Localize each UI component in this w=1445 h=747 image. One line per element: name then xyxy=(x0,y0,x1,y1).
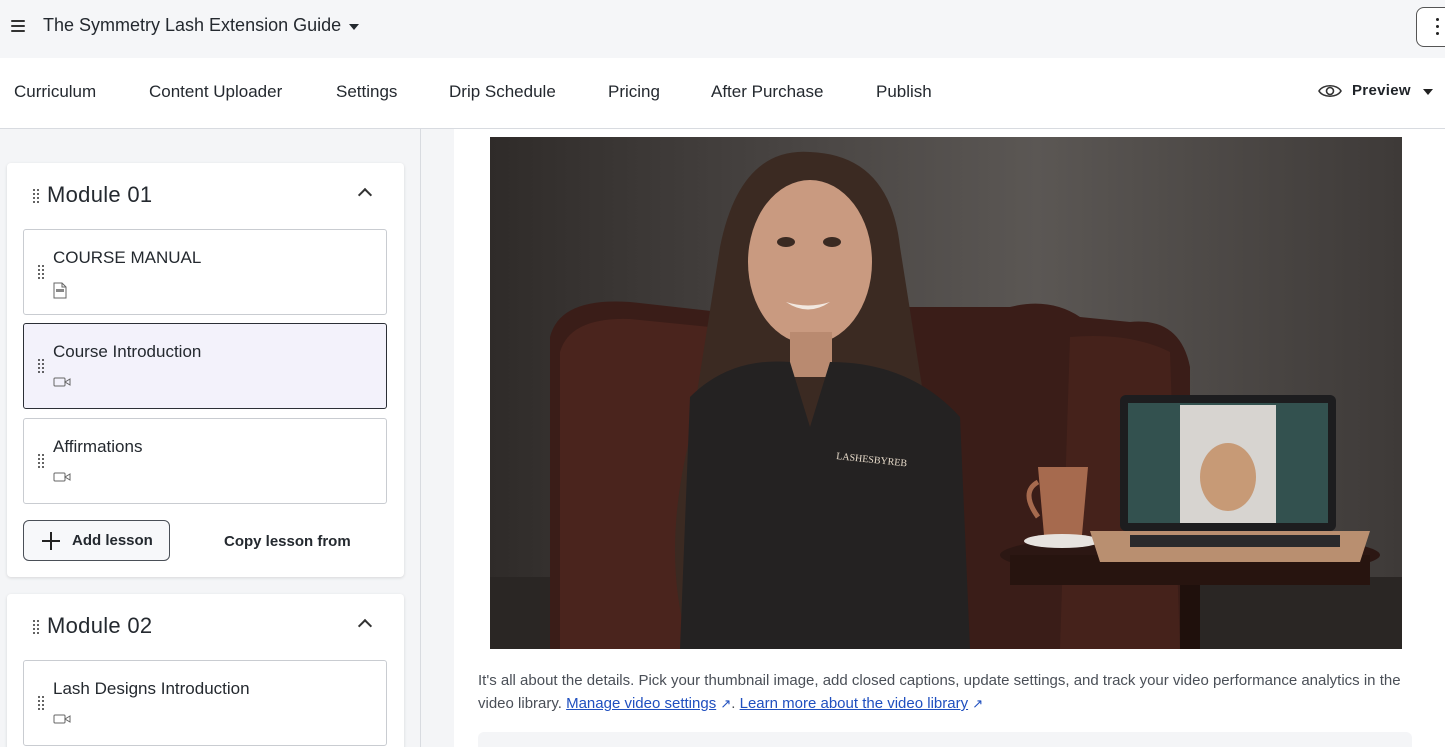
add-lesson-button[interactable]: Add lesson xyxy=(23,520,170,561)
top-bar: The Symmetry Lash Extension Guide xyxy=(0,0,1445,58)
course-title: The Symmetry Lash Extension Guide xyxy=(43,15,342,35)
drag-handle-icon[interactable] xyxy=(38,265,44,279)
add-lesson-label: Add lesson xyxy=(72,532,153,549)
module-card: Module 01 COURSE MANUAL Course Introduct… xyxy=(7,163,404,577)
module-card: Module 02 Lash Designs Introduction xyxy=(7,594,404,747)
lesson-settings-box xyxy=(478,732,1412,747)
lesson-title: Affirmations xyxy=(53,437,143,456)
plus-icon xyxy=(42,531,60,550)
curriculum-sidebar: Module 01 COURSE MANUAL Course Introduct… xyxy=(0,129,421,747)
tab-content-uploader[interactable]: Content Uploader xyxy=(149,82,282,102)
tab-pricing[interactable]: Pricing xyxy=(608,82,660,102)
drag-handle-icon[interactable] xyxy=(33,189,39,203)
lesson-item[interactable]: Lash Designs Introduction xyxy=(23,660,387,746)
lesson-title: Lash Designs Introduction xyxy=(53,679,250,698)
video-icon xyxy=(53,714,71,724)
tab-bar: Curriculum Content Uploader Settings Dri… xyxy=(0,58,1445,129)
copy-lesson-from-button[interactable]: Copy lesson from xyxy=(224,533,351,550)
hamburger-menu-icon[interactable] xyxy=(11,20,25,32)
link-separator: . xyxy=(731,695,736,712)
video-icon xyxy=(53,472,71,482)
drag-handle-icon[interactable] xyxy=(38,359,44,373)
more-options-button[interactable] xyxy=(1416,7,1445,47)
tab-drip-schedule[interactable]: Drip Schedule xyxy=(449,82,556,102)
tab-after-purchase[interactable]: After Purchase xyxy=(711,82,823,102)
pdf-icon xyxy=(53,282,67,299)
preview-label: Preview xyxy=(1352,82,1411,99)
module-title: Module 02 xyxy=(47,613,153,638)
manage-video-settings-link[interactable]: Manage video settings xyxy=(566,695,716,712)
drag-handle-icon[interactable] xyxy=(38,454,44,468)
eye-icon xyxy=(1318,84,1342,97)
preview-button[interactable]: Preview xyxy=(1318,82,1433,99)
video-icon xyxy=(53,377,71,387)
drag-handle-icon[interactable] xyxy=(38,696,44,710)
video-thumbnail-image: LASHESBYREB xyxy=(490,151,1402,649)
lesson-title: Course Introduction xyxy=(53,342,202,361)
main-content: LASHESBYREB It's all about the details. … xyxy=(422,129,1445,747)
external-link-icon: ↗ xyxy=(720,696,732,711)
lesson-title: COURSE MANUAL xyxy=(53,248,202,267)
course-title-dropdown[interactable]: The Symmetry Lash Extension Guide xyxy=(43,15,360,36)
video-player[interactable]: LASHESBYREB xyxy=(490,137,1402,649)
tab-publish[interactable]: Publish xyxy=(876,82,932,102)
lesson-item[interactable]: COURSE MANUAL xyxy=(23,229,387,315)
caret-down-icon[interactable] xyxy=(1422,88,1433,95)
chevron-up-icon[interactable] xyxy=(357,187,373,203)
external-link-icon: ↗ xyxy=(972,696,984,711)
lesson-editor-panel: LASHESBYREB It's all about the details. … xyxy=(454,129,1445,747)
lesson-item-selected[interactable]: Course Introduction xyxy=(23,323,387,409)
module-title: Module 01 xyxy=(47,182,153,207)
tab-curriculum[interactable]: Curriculum xyxy=(14,82,96,102)
caret-down-icon xyxy=(349,23,360,30)
learn-more-video-library-link[interactable]: Learn more about the video library xyxy=(740,695,968,712)
tab-settings[interactable]: Settings xyxy=(336,82,397,102)
module-header[interactable]: Module 01 xyxy=(7,163,404,227)
chevron-up-icon[interactable] xyxy=(357,618,373,634)
video-library-description: It's all about the details. Pick your th… xyxy=(478,669,1418,715)
module-header[interactable]: Module 02 xyxy=(7,594,404,658)
drag-handle-icon[interactable] xyxy=(33,620,39,634)
lesson-item[interactable]: Affirmations xyxy=(23,418,387,504)
